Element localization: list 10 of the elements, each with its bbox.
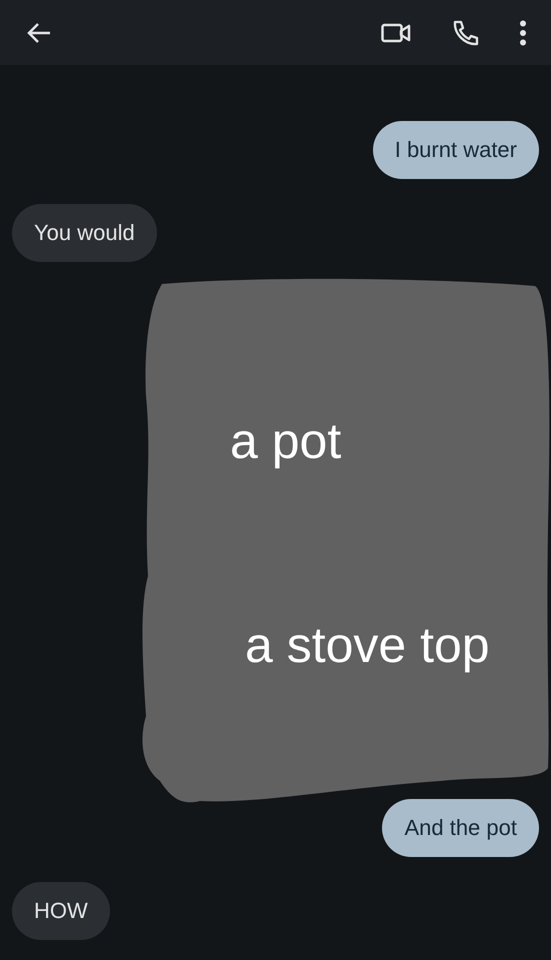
message-bubble: And the pot [382, 799, 539, 857]
annotation-text: a pot [230, 412, 342, 470]
video-camera-icon[interactable] [381, 22, 411, 44]
message-bubble: You would [12, 204, 157, 262]
phone-icon[interactable] [451, 18, 479, 46]
back-icon[interactable] [26, 22, 52, 44]
message-bubble: HOW [12, 882, 110, 940]
more-options-icon[interactable] [519, 20, 527, 46]
annotation-text: a stove top [245, 616, 490, 674]
message-bubble: I burnt water [372, 121, 539, 179]
